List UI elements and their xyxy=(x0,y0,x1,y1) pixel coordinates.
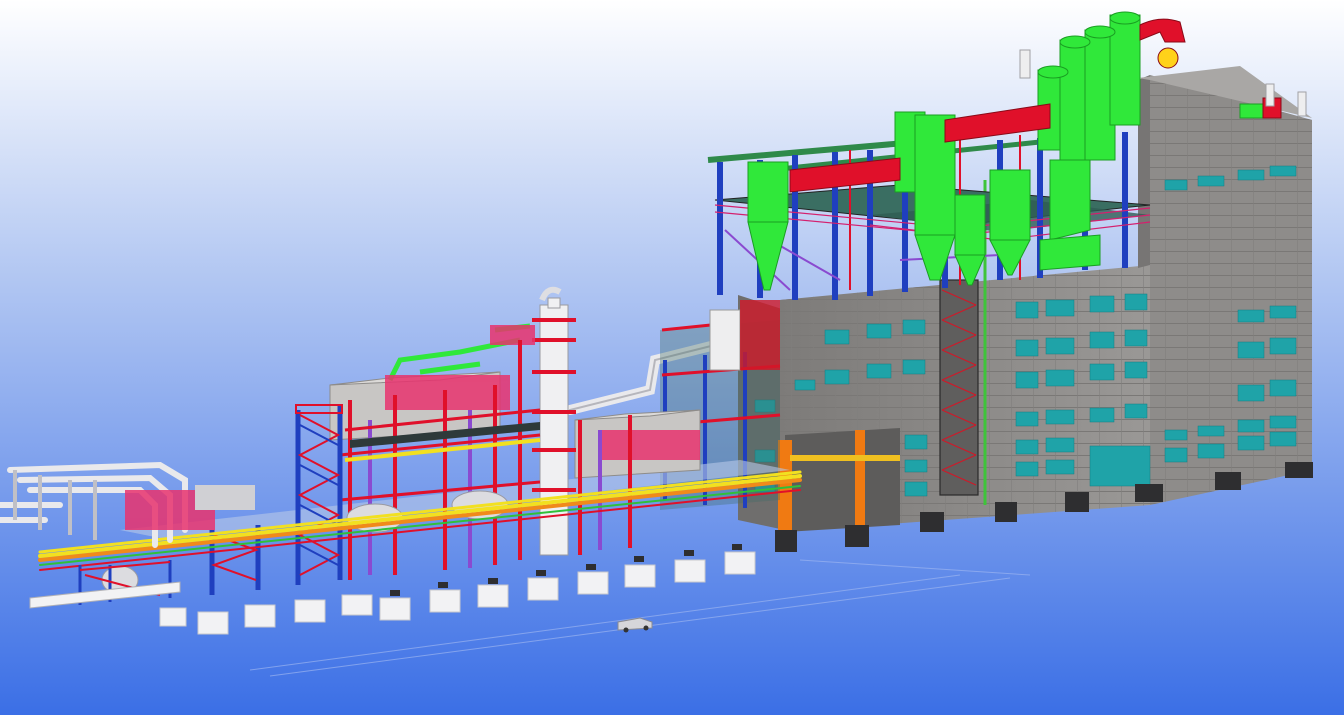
3d-model-viewport[interactable] xyxy=(0,0,1344,715)
plant-3d-model-render xyxy=(0,0,1344,715)
